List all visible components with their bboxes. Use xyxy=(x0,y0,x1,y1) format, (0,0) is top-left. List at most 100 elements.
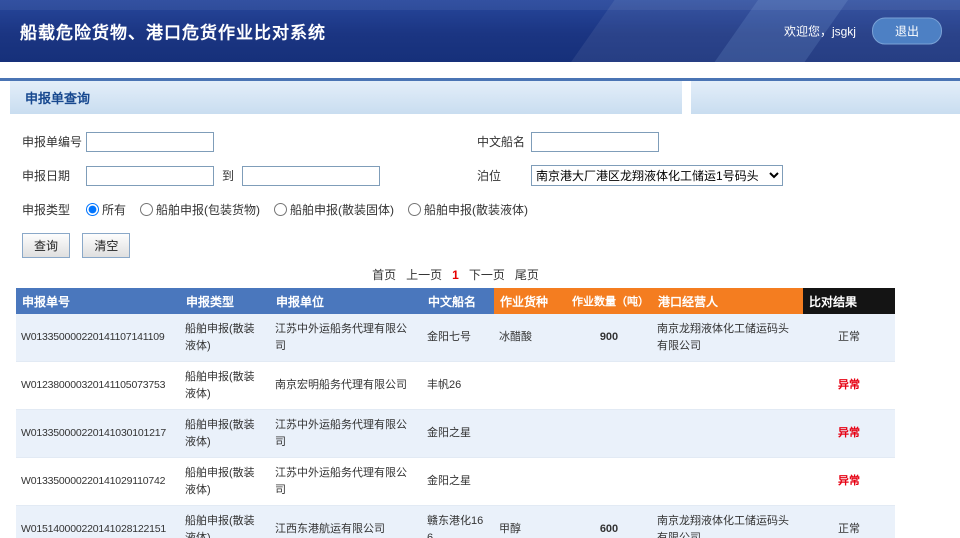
table-row: W012380000320141105073753船舶申报(散装液体)南京宏明船… xyxy=(16,362,895,410)
column-header-7: 比对结果 xyxy=(803,288,895,314)
date-to-input[interactable] xyxy=(242,166,380,186)
ship-name-group: 中文船名 xyxy=(477,132,659,152)
cell-cargo xyxy=(494,458,566,506)
cell-result: 正常 xyxy=(803,314,895,362)
date-from-input[interactable] xyxy=(86,166,214,186)
top-bar: 船载危险货物、港口危货作业比对系统 欢迎您，jsgkj 退出 xyxy=(0,0,960,62)
cell-operator xyxy=(652,410,803,458)
declare-type-radio-3[interactable] xyxy=(408,203,421,216)
declaration-no-input[interactable] xyxy=(86,132,214,152)
ship-name-input[interactable] xyxy=(531,132,659,152)
cell-operator xyxy=(652,362,803,410)
date-range-group: 申报日期 到 xyxy=(22,166,477,186)
cell-operator xyxy=(652,458,803,506)
cell-no: W013350000220141030101217 xyxy=(16,410,180,458)
cell-qty xyxy=(566,410,652,458)
cell-company: 南京宏明船务代理有限公司 xyxy=(270,362,422,410)
page-prev[interactable]: 上一页 xyxy=(406,268,442,282)
cell-cargo: 甲醇 xyxy=(494,506,566,538)
cell-result: 异常 xyxy=(803,410,895,458)
cell-operator: 南京龙翔液体化工储运码头有限公司 xyxy=(652,314,803,362)
cell-type: 船舶申报(散装液体) xyxy=(180,410,270,458)
clear-button[interactable]: 清空 xyxy=(82,233,130,258)
cell-type: 船舶申报(散装液体) xyxy=(180,362,270,410)
table-header-row: 申报单号申报类型申报单位中文船名作业货种作业数量（吨）港口经营人比对结果 xyxy=(16,288,895,314)
column-header-1: 申报类型 xyxy=(180,288,270,314)
cell-ship: 赣东港化166 xyxy=(422,506,494,538)
cell-company: 江苏中外运船务代理有限公司 xyxy=(270,314,422,362)
form-row-3: 申报类型 所有 船舶申报(包装货物) 船舶申报(散装固体) 船舶申报(散装液体) xyxy=(22,199,960,220)
page-last[interactable]: 尾页 xyxy=(515,268,539,282)
cell-cargo xyxy=(494,410,566,458)
table-row: W013350000220141030101217船舶申报(散装液体)江苏中外运… xyxy=(16,410,895,458)
declare-type-radio-2[interactable] xyxy=(274,203,287,216)
section-band-main: 申报单查询 xyxy=(10,81,682,114)
page-current: 1 xyxy=(452,268,459,282)
date-to-label: 到 xyxy=(222,167,234,184)
berth-label: 泊位 xyxy=(477,167,531,184)
table-body: W013350000220141107141109船舶申报(散装液体)江苏中外运… xyxy=(16,314,895,538)
pagination: 首页上一页 1 下一页尾页 xyxy=(16,266,895,283)
declare-type-option-2[interactable]: 船舶申报(散装固体) xyxy=(274,201,394,218)
cell-no: W012380000320141105073753 xyxy=(16,362,180,410)
declare-type-option-label: 所有 xyxy=(102,201,126,218)
declare-type-label: 申报类型 xyxy=(22,201,86,218)
cell-operator: 南京龙翔液体化工储运码头有限公司 xyxy=(652,506,803,538)
cell-qty: 900 xyxy=(566,314,652,362)
app-title: 船载危险货物、港口危货作业比对系统 xyxy=(20,19,326,44)
column-header-6: 港口经营人 xyxy=(652,288,803,314)
declare-type-option-1[interactable]: 船舶申报(包装货物) xyxy=(140,201,260,218)
column-header-3: 中文船名 xyxy=(422,288,494,314)
page-first[interactable]: 首页 xyxy=(372,268,396,282)
declare-type-options: 所有 船舶申报(包装货物) 船舶申报(散装固体) 船舶申报(散装液体) xyxy=(86,201,528,218)
declare-type-option-3[interactable]: 船舶申报(散装液体) xyxy=(408,201,528,218)
user-area: 欢迎您，jsgkj 退出 xyxy=(784,18,942,45)
declare-type-option-label: 船舶申报(散装固体) xyxy=(290,201,394,218)
cell-company: 江苏中外运船务代理有限公司 xyxy=(270,410,422,458)
cell-result: 异常 xyxy=(803,362,895,410)
cell-ship: 金阳之星 xyxy=(422,410,494,458)
logout-button[interactable]: 退出 xyxy=(872,18,942,45)
column-header-0: 申报单号 xyxy=(16,288,180,314)
query-button[interactable]: 查询 xyxy=(22,233,70,258)
cell-no: W013350000220141107141109 xyxy=(16,314,180,362)
topbar-decor-highlight xyxy=(0,0,960,10)
cell-type: 船舶申报(散装液体) xyxy=(180,314,270,362)
declare-type-radio-1[interactable] xyxy=(140,203,153,216)
section-band: 申报单查询 xyxy=(0,81,960,114)
cell-result: 异常 xyxy=(803,458,895,506)
cell-ship: 金阳七号 xyxy=(422,314,494,362)
cell-company: 江苏中外运船务代理有限公司 xyxy=(270,458,422,506)
button-row: 查询 清空 xyxy=(22,233,960,258)
form-row-1: 申报单编号 中文船名 xyxy=(22,131,960,152)
page-next[interactable]: 下一页 xyxy=(469,268,505,282)
berth-select[interactable]: 南京港大厂港区龙翔液体化工储运1号码头 xyxy=(531,165,783,186)
column-header-4: 作业货种 xyxy=(494,288,566,314)
results-table: 申报单号申报类型申报单位中文船名作业货种作业数量（吨）港口经营人比对结果 W01… xyxy=(16,288,895,538)
cell-no: W015140000220141028122151 xyxy=(16,506,180,538)
cell-company: 江西东港航运有限公司 xyxy=(270,506,422,538)
declaration-no-group: 申报单编号 xyxy=(22,132,477,152)
cell-cargo: 冰醋酸 xyxy=(494,314,566,362)
query-form: 申报单编号 中文船名 申报日期 到 泊位 南京港大厂港区龙翔液体化工储运1号码头… xyxy=(0,114,960,258)
ship-name-label: 中文船名 xyxy=(477,133,531,150)
declaration-no-label: 申报单编号 xyxy=(22,133,86,150)
column-header-5: 作业数量（吨） xyxy=(566,288,652,314)
declare-type-option-0[interactable]: 所有 xyxy=(86,201,126,218)
cell-result: 正常 xyxy=(803,506,895,538)
declare-type-radio-0[interactable] xyxy=(86,203,99,216)
table-row: W013350000220141107141109船舶申报(散装液体)江苏中外运… xyxy=(16,314,895,362)
cell-ship: 金阳之星 xyxy=(422,458,494,506)
section-band-gap xyxy=(682,81,691,114)
cell-qty: 600 xyxy=(566,506,652,538)
cell-qty xyxy=(566,362,652,410)
welcome-text: 欢迎您，jsgkj xyxy=(784,23,856,40)
date-label: 申报日期 xyxy=(22,167,86,184)
cell-ship: 丰帆26 xyxy=(422,362,494,410)
declare-type-option-label: 船舶申报(散装液体) xyxy=(424,201,528,218)
page-title: 申报单查询 xyxy=(10,88,90,107)
declare-type-option-label: 船舶申报(包装货物) xyxy=(156,201,260,218)
cell-no: W013350000220141029110742 xyxy=(16,458,180,506)
column-header-2: 申报单位 xyxy=(270,288,422,314)
cell-type: 船舶申报(散装液体) xyxy=(180,458,270,506)
